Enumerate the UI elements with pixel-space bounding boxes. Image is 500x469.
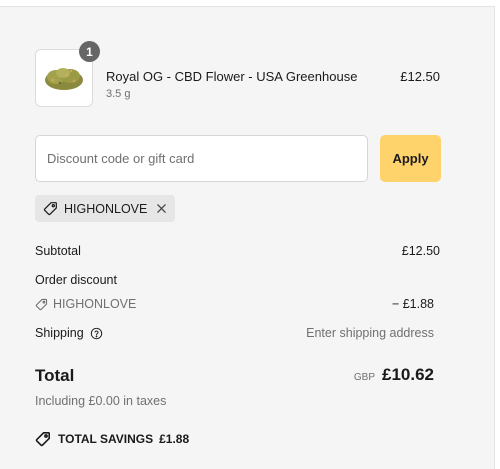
applied-code-label: HIGHONLOVE xyxy=(64,201,148,216)
currency-code: GBP xyxy=(353,372,375,383)
total-savings-value: £1.88 xyxy=(159,432,190,446)
product-price: £12.50 xyxy=(400,69,440,84)
subtotal-value: £12.50 xyxy=(401,244,440,258)
order-discount-value: − £1.88 xyxy=(391,297,434,311)
order-discount-code: HIGHONLOVE xyxy=(35,297,136,311)
tag-icon xyxy=(43,201,58,216)
discount-code-input[interactable] xyxy=(35,135,368,182)
order-discount-code-label: HIGHONLOVE xyxy=(53,297,137,311)
apply-discount-button[interactable]: Apply xyxy=(380,135,441,182)
remove-discount-icon[interactable] xyxy=(156,203,167,214)
cart-line-item: 1 Royal OG - CBD Flower - USA Greenhouse… xyxy=(35,41,440,107)
total-label: Total xyxy=(35,366,75,385)
shipping-label: Shipping xyxy=(35,326,84,340)
subtotal-row: Subtotal £12.50 xyxy=(35,244,440,258)
product-name: Royal OG - CBD Flower - USA Greenhouse xyxy=(106,69,358,84)
tag-icon xyxy=(35,431,51,447)
product-variant: 3.5 g xyxy=(106,88,131,100)
quantity-badge: 1 xyxy=(79,41,100,62)
total-value: £10.62 xyxy=(382,365,434,384)
total-savings: TOTAL SAVINGS £1.88 xyxy=(35,431,189,447)
order-discount-row: Order discount xyxy=(35,273,440,287)
cbd-flower-bud-image xyxy=(45,68,83,90)
shipping-value: Enter shipping address xyxy=(306,326,434,340)
shipping-row: Shipping xyxy=(35,326,103,340)
total-price: GBP £10.62 xyxy=(354,365,434,385)
help-circle-icon[interactable] xyxy=(90,327,103,340)
order-discount-label: Order discount xyxy=(35,273,117,287)
order-summary-panel: 1 Royal OG - CBD Flower - USA Greenhouse… xyxy=(0,6,495,469)
applied-discount-chip: HIGHONLOVE xyxy=(35,195,176,222)
subtotal-label: Subtotal xyxy=(35,244,81,258)
taxes-note: Including £0.00 in taxes xyxy=(35,394,167,408)
total-savings-label: TOTAL SAVINGS xyxy=(58,432,154,446)
tag-icon xyxy=(35,298,48,311)
